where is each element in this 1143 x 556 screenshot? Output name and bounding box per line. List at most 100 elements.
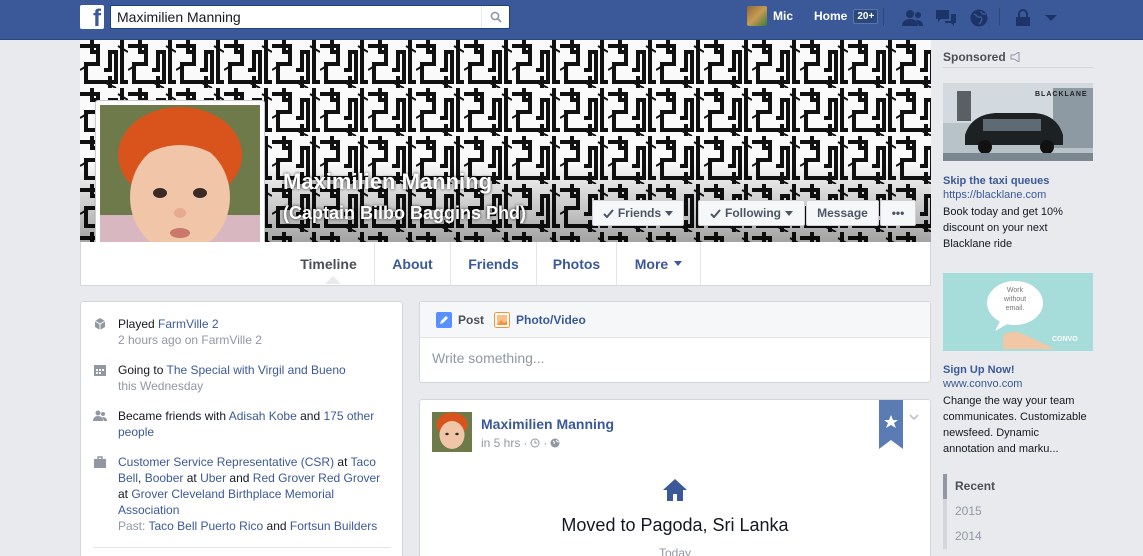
photo-icon — [494, 312, 510, 328]
topbar-divider — [999, 8, 1000, 26]
more-options-button[interactable]: ••• — [880, 200, 916, 226]
activity-text: and — [296, 409, 324, 423]
story-options-chevron-icon[interactable] — [909, 414, 919, 420]
following-button-label: Following — [725, 206, 781, 220]
top-navigation-bar: f Mic Home 20+ — [0, 0, 1143, 40]
activity-text: Played — [118, 317, 159, 331]
job-link[interactable]: Red Grover Red Grover — [253, 471, 380, 485]
account-menu-icon[interactable] — [1040, 8, 1062, 28]
ad-url[interactable]: www.convo.com — [943, 378, 1022, 390]
activity-item-work: Customer Service Representative (CSR) at… — [93, 454, 393, 534]
year-label: 2014 — [955, 529, 982, 543]
ad-body: Book today and get 10% discount on your … — [943, 206, 1063, 250]
activity-text: Became friends with — [118, 409, 229, 423]
activity-text: at — [118, 487, 132, 501]
highlight-star-icon[interactable] — [879, 400, 903, 449]
home-count-badge: 20+ — [853, 8, 879, 24]
sponsored-header: Sponsored — [943, 50, 1022, 64]
activity-text: Going to — [118, 363, 167, 377]
recent-activity-card: Played FarmVille 2 2 hours ago on FarmVi… — [80, 301, 403, 556]
sponsored-label: Sponsored — [943, 50, 1006, 64]
more-options-label: ••• — [891, 206, 905, 220]
past-company-link[interactable]: Taco Bell Puerto Rico — [148, 519, 263, 533]
divider — [943, 67, 1093, 68]
baby-portrait — [100, 105, 260, 265]
following-button[interactable]: Following — [698, 200, 805, 226]
activity-text: , — [138, 471, 145, 485]
tab-label: Photos — [552, 255, 601, 272]
job-link[interactable]: Boober — [145, 471, 184, 485]
life-event-title[interactable]: Moved to Pagoda, Sri Lanka — [420, 515, 930, 536]
home-link[interactable]: Home 20+ — [814, 6, 879, 26]
search-box — [110, 5, 510, 29]
friend-link[interactable]: Adisah Kobe — [229, 409, 297, 423]
year-item-2015[interactable]: 2015 — [943, 499, 1093, 524]
year-label: Recent — [955, 479, 996, 493]
separator: · — [523, 436, 528, 450]
home-icon — [663, 479, 687, 501]
megaphone-icon[interactable] — [1010, 52, 1022, 62]
tab-post[interactable]: Post — [436, 302, 484, 338]
privacy-icon[interactable] — [1012, 8, 1034, 28]
composer-text-input[interactable]: Write something... — [432, 350, 545, 366]
search-icon — [490, 11, 502, 23]
ad-title[interactable]: Skip the taxi queues — [943, 175, 1049, 187]
ad-url[interactable]: https://blacklane.com — [943, 189, 1046, 201]
separator: · — [543, 436, 548, 450]
ad-bubble-text: Work without email. — [1003, 287, 1027, 312]
chevron-down-icon — [674, 261, 683, 266]
life-event-story: Maximilien Manning in 5 hrs · · Moved to… — [419, 399, 931, 556]
author-name[interactable]: Maximilien Manning — [481, 416, 614, 432]
message-button-label: Message — [817, 206, 868, 220]
message-button[interactable]: Message — [806, 200, 879, 226]
story-time[interactable]: in 5 hrs — [481, 436, 520, 450]
friends-button[interactable]: Friends — [592, 200, 684, 226]
briefcase-icon — [94, 456, 106, 468]
company-link[interactable]: Grover Cleveland Birthplace Memorial Ass… — [118, 487, 334, 517]
game-link[interactable]: FarmVille 2 — [158, 317, 218, 331]
activity-item-game: Played FarmVille 2 2 hours ago on FarmVi… — [93, 316, 393, 348]
activity-text: at — [334, 455, 351, 469]
notifications-icon[interactable] — [968, 8, 990, 28]
ad-body: Change the way your team communicates. C… — [943, 395, 1087, 455]
game-cube-icon — [94, 318, 106, 330]
user-avatar — [747, 6, 767, 26]
search-input[interactable] — [111, 6, 481, 28]
company-link[interactable]: Uber — [200, 471, 226, 485]
tab-more[interactable]: More — [617, 242, 701, 285]
photo-video-tab-label: Photo/Video — [516, 313, 586, 327]
event-link[interactable]: The Special with Virgil and Bueno — [166, 363, 345, 377]
post-composer: Post Photo/Video Write something... — [419, 301, 931, 383]
tab-photos[interactable]: Photos — [537, 242, 617, 285]
search-button[interactable] — [481, 6, 509, 28]
tab-label: Timeline — [300, 255, 357, 272]
year-item-recent[interactable]: Recent — [943, 474, 1093, 499]
ad-title[interactable]: Sign Up Now! — [943, 364, 1015, 376]
profile-link[interactable]: Mic — [747, 6, 793, 26]
author-avatar[interactable] — [432, 412, 472, 452]
messages-icon[interactable] — [935, 8, 957, 28]
activity-text: at — [183, 471, 201, 485]
tab-photo-video[interactable]: Photo/Video — [494, 302, 586, 338]
ad-image-convo[interactable]: Work without email. CONVO — [943, 273, 1093, 351]
ad-brand: BLACKLANE — [1035, 91, 1088, 98]
job-link[interactable]: Customer Service Representative (CSR) — [118, 455, 334, 469]
calendar-icon — [94, 365, 106, 376]
past-company-link[interactable]: Fortsun Builders — [290, 519, 377, 533]
tab-about[interactable]: About — [375, 242, 451, 285]
tab-friends[interactable]: Friends — [451, 242, 537, 285]
activity-time[interactable]: 2 hours ago — [118, 333, 181, 347]
globe-icon[interactable] — [550, 438, 560, 448]
profile-name[interactable]: Maximilien Manning — [283, 169, 492, 195]
tab-label: About — [392, 255, 433, 272]
clock-icon — [530, 438, 540, 448]
past-label: Past: — [118, 519, 149, 533]
activity-item-friends: Became friends with Adisah Kobe and 175 … — [93, 408, 393, 440]
facebook-logo-icon[interactable]: f — [80, 5, 104, 29]
ad-image-blacklane[interactable]: BLACKLANE — [943, 83, 1093, 161]
user-name: Mic — [773, 9, 794, 23]
friend-requests-icon[interactable] — [902, 8, 924, 28]
year-item-2014[interactable]: 2014 — [943, 524, 1093, 549]
chevron-down-icon — [665, 210, 674, 216]
divider — [93, 547, 391, 548]
